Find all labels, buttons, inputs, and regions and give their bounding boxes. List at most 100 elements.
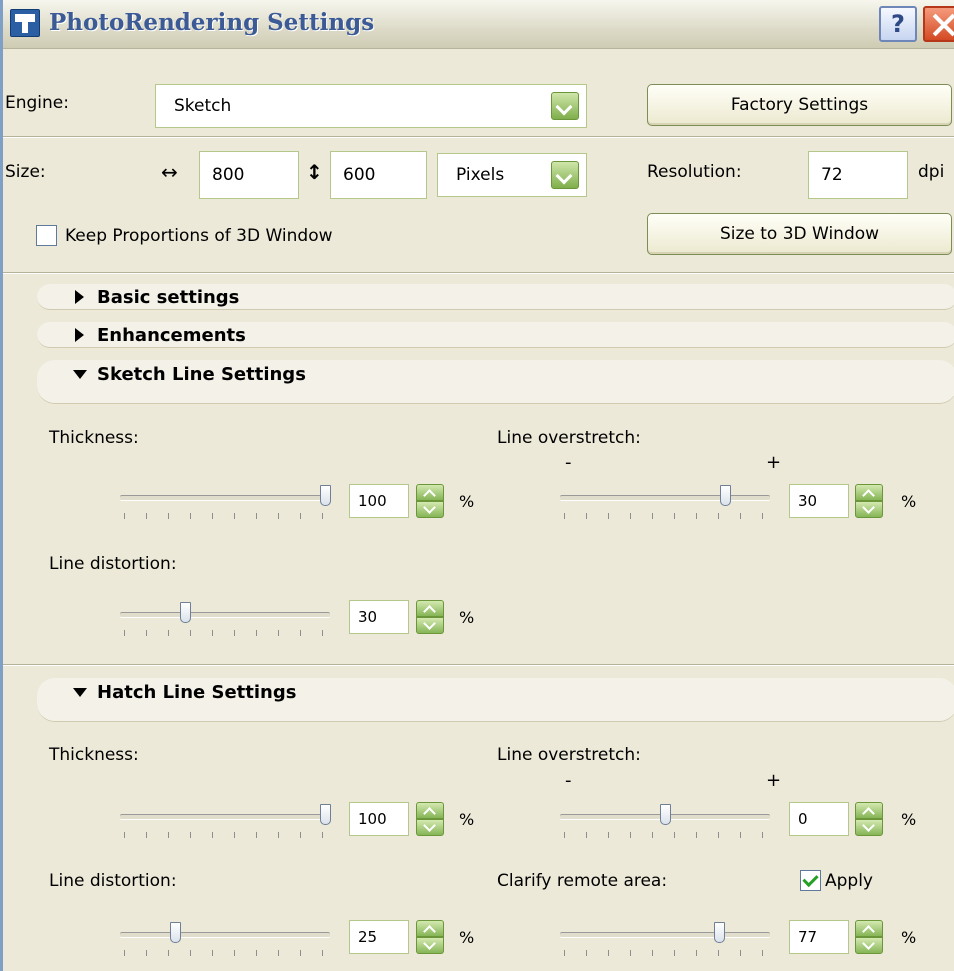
divider (3, 272, 954, 274)
apply-label: Apply (825, 871, 873, 891)
slider-ticks (124, 630, 324, 636)
slider-track (560, 932, 770, 938)
divider (3, 136, 954, 138)
slider-ticks (124, 950, 324, 956)
sketch-overstretch-input[interactable]: 30 (789, 484, 849, 518)
slider-ticks (124, 832, 324, 838)
sketch-distortion-label: Line distortion: (49, 554, 177, 574)
sketch-line-settings-header[interactable]: Sketch Line Settings (37, 360, 954, 404)
sketch-distortion-stepper[interactable] (416, 600, 444, 634)
horizontal-double-arrow-icon: ↔ (161, 160, 178, 184)
title-bar[interactable]: PhotoRendering Settings ? (3, 0, 954, 49)
triangle-right-icon (75, 328, 84, 342)
arrow-down-icon[interactable] (416, 819, 444, 836)
percent-label: % (459, 810, 475, 829)
photorendering-settings-dialog: PhotoRendering Settings ? Engine: Sketch… (0, 0, 954, 971)
hatch-overstretch-label: Line overstretch: (497, 745, 641, 765)
factory-settings-button[interactable]: Factory Settings (647, 84, 952, 126)
engine-dropdown[interactable]: Sketch (155, 84, 587, 128)
help-button[interactable]: ? (879, 6, 917, 42)
arrow-down-icon[interactable] (416, 937, 444, 954)
sketch-distortion-slider[interactable] (120, 601, 340, 641)
size-to-3d-window-button[interactable]: Size to 3D Window (647, 213, 952, 255)
hatch-line-settings-header[interactable]: Hatch Line Settings (37, 678, 954, 722)
arrow-down-icon[interactable] (855, 501, 883, 518)
slider-thumb[interactable] (660, 804, 671, 825)
slider-thumb[interactable] (320, 804, 331, 825)
divider (3, 664, 954, 666)
slider-ticks (124, 513, 324, 519)
hatch-distortion-label: Line distortion: (49, 871, 177, 891)
unit-dropdown[interactable]: Pixels (437, 153, 587, 197)
chevron-down-icon[interactable] (551, 92, 579, 120)
hatch-distortion-stepper[interactable] (416, 920, 444, 954)
percent-label: % (901, 928, 917, 947)
resolution-label: Resolution: (647, 162, 742, 182)
sketch-overstretch-label: Line overstretch: (497, 428, 641, 448)
percent-label: % (901, 810, 917, 829)
arrow-down-icon[interactable] (416, 617, 444, 634)
sketch-thickness-label: Thickness: (49, 428, 139, 448)
slider-thumb[interactable] (320, 485, 331, 506)
basic-settings-header[interactable]: Basic settings (37, 284, 954, 310)
arrow-up-icon[interactable] (855, 484, 883, 501)
slider-ticks (564, 513, 764, 519)
sketch-thickness-slider[interactable] (120, 484, 340, 524)
hatch-overstretch-slider[interactable] (560, 803, 780, 843)
arrow-up-icon[interactable] (416, 600, 444, 617)
hatch-distortion-input[interactable]: 25 (349, 920, 409, 954)
height-input[interactable]: 600 (330, 151, 427, 199)
slider-track (120, 612, 330, 618)
engine-label: Engine: (5, 93, 69, 113)
window-title: PhotoRendering Settings (49, 9, 375, 36)
apply-checkbox[interactable] (800, 870, 821, 891)
width-input[interactable]: 800 (199, 151, 299, 199)
slider-thumb[interactable] (170, 922, 181, 943)
clarify-stepper[interactable] (855, 920, 883, 954)
arrow-down-icon[interactable] (855, 819, 883, 836)
arrow-up-icon[interactable] (855, 802, 883, 819)
arrow-down-icon[interactable] (416, 501, 444, 518)
chevron-down-icon[interactable] (551, 161, 579, 189)
sketch-overstretch-stepper[interactable] (855, 484, 883, 518)
clarify-slider[interactable] (560, 921, 780, 961)
hatch-thickness-input[interactable]: 100 (349, 802, 409, 836)
sketch-thickness-input[interactable]: 100 (349, 484, 409, 518)
keep-proportions-label: Keep Proportions of 3D Window (65, 226, 333, 246)
percent-label: % (459, 492, 475, 511)
hatch-overstretch-stepper[interactable] (855, 802, 883, 836)
slider-thumb[interactable] (720, 485, 731, 506)
arrow-up-icon[interactable] (416, 920, 444, 937)
hatch-thickness-label: Thickness: (49, 745, 139, 765)
resolution-input[interactable]: 72 (808, 151, 908, 199)
plus-label: + (766, 770, 782, 791)
keep-proportions-checkbox[interactable] (36, 225, 57, 246)
slider-track (560, 495, 770, 501)
arrow-up-icon[interactable] (416, 802, 444, 819)
clarify-input[interactable]: 77 (789, 920, 849, 954)
arrow-up-icon[interactable] (855, 920, 883, 937)
section-title: Sketch Line Settings (73, 364, 306, 385)
hatch-distortion-slider[interactable] (120, 921, 340, 961)
arrow-down-icon[interactable] (855, 937, 883, 954)
slider-track (120, 932, 330, 938)
percent-label: % (459, 928, 475, 947)
arrow-up-icon[interactable] (416, 484, 444, 501)
section-title: Basic settings (75, 287, 239, 308)
enhancements-header[interactable]: Enhancements (37, 322, 954, 348)
sketch-thickness-stepper[interactable] (416, 484, 444, 518)
hatch-overstretch-input[interactable]: 0 (789, 802, 849, 836)
slider-thumb[interactable] (714, 922, 725, 943)
slider-thumb[interactable] (180, 602, 191, 623)
hatch-thickness-slider[interactable] (120, 803, 340, 843)
sketch-distortion-input[interactable]: 30 (349, 600, 409, 634)
sketch-overstretch-slider[interactable] (560, 484, 780, 524)
section-title: Hatch Line Settings (73, 682, 296, 703)
triangle-down-icon (73, 370, 87, 379)
slider-track (120, 814, 330, 820)
size-label: Size: (5, 162, 46, 182)
hatch-thickness-stepper[interactable] (416, 802, 444, 836)
close-button[interactable] (923, 6, 954, 42)
percent-label: % (459, 608, 475, 627)
unit-value: Pixels (456, 165, 505, 185)
